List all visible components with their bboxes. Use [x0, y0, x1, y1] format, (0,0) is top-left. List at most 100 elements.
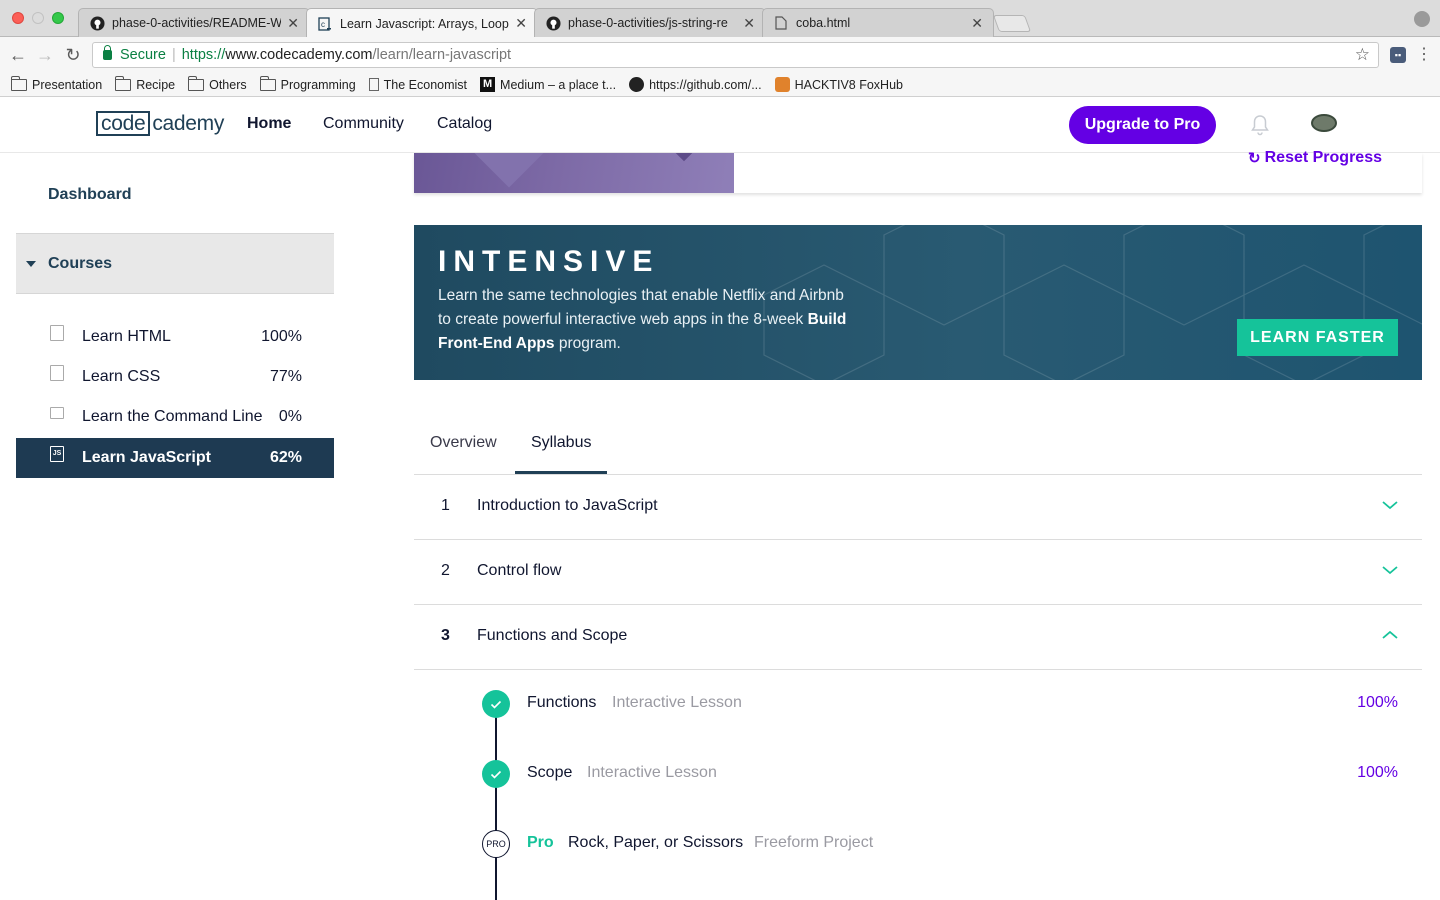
lesson-progress: 100%	[1357, 764, 1398, 781]
lesson-type: Freeform Project	[754, 834, 874, 851]
lesson-scope[interactable]: Scope Interactive Lesson 100%	[414, 754, 1422, 794]
courses-label: Courses	[48, 254, 113, 272]
bookmark-medium[interactable]: M Medium – a place t...	[480, 77, 616, 92]
forward-arrow-icon[interactable]: →	[34, 44, 56, 66]
course-tabs: Overview Syllabus	[414, 420, 1422, 475]
nav-community[interactable]: Community	[323, 115, 404, 133]
minimize-window-button[interactable]	[32, 12, 44, 24]
new-tab-button[interactable]	[992, 15, 1032, 32]
github-icon	[545, 15, 561, 31]
address-bar[interactable]: Secure | https://www.codecademy.com/lear…	[92, 42, 1379, 68]
chevron-down-icon[interactable]	[1382, 565, 1398, 575]
nav-home[interactable]: Home	[247, 115, 291, 133]
browser-tab-bar: phase-0-activities/README-W ✕ c Learn Ja…	[0, 0, 1440, 38]
course-name: Learn the Command Line	[82, 408, 263, 425]
bookmark-label: HACKTIV8 FoxHub	[794, 77, 903, 92]
bookmark-foxhub[interactable]: HACKTIV8 FoxHub	[774, 77, 903, 92]
pro-label: Pro	[527, 834, 554, 851]
profile-icon[interactable]	[1414, 11, 1430, 27]
lesson-functions[interactable]: Functions Interactive Lesson 100%	[414, 684, 1422, 724]
folder-icon	[259, 75, 276, 91]
avatar[interactable]	[1311, 114, 1337, 132]
sidebar-course-javascript[interactable]: JS Learn JavaScript 62%	[16, 438, 334, 478]
bookmark-label: Others	[209, 77, 247, 92]
selected-tab-indicator	[515, 471, 607, 474]
chevron-down-icon[interactable]	[1382, 500, 1398, 510]
course-header-card: ↻ Reset Progress	[414, 149, 1422, 193]
bookmark-github[interactable]: https://github.com/...	[629, 77, 762, 92]
sidebar-course-css[interactable]: Learn CSS 77%	[16, 357, 334, 397]
courses-section-toggle[interactable]: Courses	[16, 233, 334, 294]
bookmark-star-icon[interactable]: ☆	[1355, 45, 1370, 65]
bookmark-economist[interactable]: The Economist	[368, 78, 467, 92]
refresh-icon: ↻	[1248, 150, 1261, 167]
chevron-up-icon[interactable]	[1382, 630, 1398, 640]
bookmark-others[interactable]: Others	[188, 75, 247, 92]
course-progress: 0%	[278, 408, 302, 425]
terminal-icon	[50, 407, 64, 419]
bookmark-presentation[interactable]: Presentation	[11, 75, 103, 92]
course-cover-image	[414, 153, 734, 193]
module-title: Control flow	[477, 562, 562, 579]
close-tab-icon[interactable]: ✕	[287, 15, 299, 32]
back-arrow-icon[interactable]: ←	[7, 44, 29, 66]
reset-progress-button[interactable]: ↻ Reset Progress	[1248, 149, 1382, 167]
bookmark-recipe[interactable]: Recipe	[115, 75, 175, 92]
banner-description: Learn the same technologies that enable …	[438, 284, 858, 356]
js-icon: JS	[50, 446, 64, 462]
close-tab-icon[interactable]: ✕	[515, 15, 527, 32]
browser-tab-2[interactable]: c Learn Javascript: Arrays, Loop ✕	[306, 8, 538, 38]
close-tab-icon[interactable]: ✕	[743, 15, 755, 32]
lesson-type: Interactive Lesson	[612, 694, 742, 711]
bookmark-label: Medium – a place t...	[500, 77, 617, 92]
bookmark-label: Presentation	[32, 77, 103, 92]
close-window-button[interactable]	[12, 12, 24, 24]
learn-faster-button[interactable]: LEARN FASTER	[1237, 319, 1398, 356]
tab-title: coba.html	[796, 16, 851, 30]
intensive-banner: INTENSIVE Learn the same technologies th…	[414, 225, 1422, 380]
bookmark-programming[interactable]: Programming	[259, 75, 356, 92]
page-icon	[773, 15, 789, 31]
maximize-window-button[interactable]	[52, 12, 64, 24]
browser-tab-4[interactable]: coba.html ✕	[762, 8, 994, 37]
close-tab-icon[interactable]: ✕	[971, 15, 983, 32]
caret-down-icon	[26, 260, 36, 267]
bell-icon[interactable]	[1250, 114, 1270, 136]
course-progress: 77%	[269, 368, 302, 385]
browser-tab-3[interactable]: phase-0-activities/js-string-re ✕	[534, 8, 766, 37]
lesson-name: Rock, Paper, or Scissors	[568, 834, 744, 851]
secure-label: Secure	[120, 47, 166, 63]
nav-catalog[interactable]: Catalog	[437, 115, 492, 133]
tab-title: phase-0-activities/README-W	[112, 16, 282, 30]
syllabus-module-3[interactable]: 3 Functions and Scope	[414, 605, 1422, 670]
browser-tab-1[interactable]: phase-0-activities/README-W ✕	[78, 8, 310, 37]
module-number: 3	[441, 627, 450, 644]
tab-overview[interactable]: Overview	[430, 434, 497, 452]
tab-syllabus[interactable]: Syllabus	[531, 434, 591, 452]
svg-text:c: c	[321, 20, 325, 29]
bookmarks-bar: Presentation Recipe Others Programming T…	[0, 73, 1440, 97]
lesson-rock-paper-scissors[interactable]: PRO Pro Rock, Paper, or Scissors Freefor…	[414, 824, 1422, 864]
course-progress: 100%	[261, 328, 302, 345]
sidebar-course-html[interactable]: Learn HTML 100%	[16, 317, 334, 357]
browser-menu-icon[interactable]: ⋮	[1416, 44, 1432, 64]
syllabus-module-2[interactable]: 2 Control flow	[414, 540, 1422, 605]
url-path: /learn/learn-javascript	[372, 47, 512, 63]
extension-icon[interactable]: ▪▪	[1390, 47, 1406, 63]
codecademy-logo[interactable]: code cademy	[96, 111, 224, 136]
lesson-name: Functions	[527, 694, 597, 711]
check-icon	[482, 690, 510, 718]
sidebar-dashboard-link[interactable]: Dashboard	[48, 186, 132, 204]
url-host: www.codecademy.com	[225, 47, 373, 63]
module-title: Functions and Scope	[477, 627, 628, 644]
course-name: Learn HTML	[82, 328, 171, 345]
reload-icon[interactable]: ↻	[62, 44, 84, 66]
url-scheme: https://	[181, 47, 226, 63]
course-name: Learn CSS	[82, 368, 161, 385]
syllabus-module-1[interactable]: 1 Introduction to JavaScript	[414, 475, 1422, 540]
tab-title: phase-0-activities/js-string-re	[568, 16, 728, 30]
sidebar-course-command-line[interactable]: Learn the Command Line 0%	[16, 397, 334, 437]
module-number: 1	[441, 497, 450, 514]
lesson-type: Interactive Lesson	[587, 764, 717, 781]
upgrade-to-pro-button[interactable]: Upgrade to Pro	[1069, 106, 1216, 144]
